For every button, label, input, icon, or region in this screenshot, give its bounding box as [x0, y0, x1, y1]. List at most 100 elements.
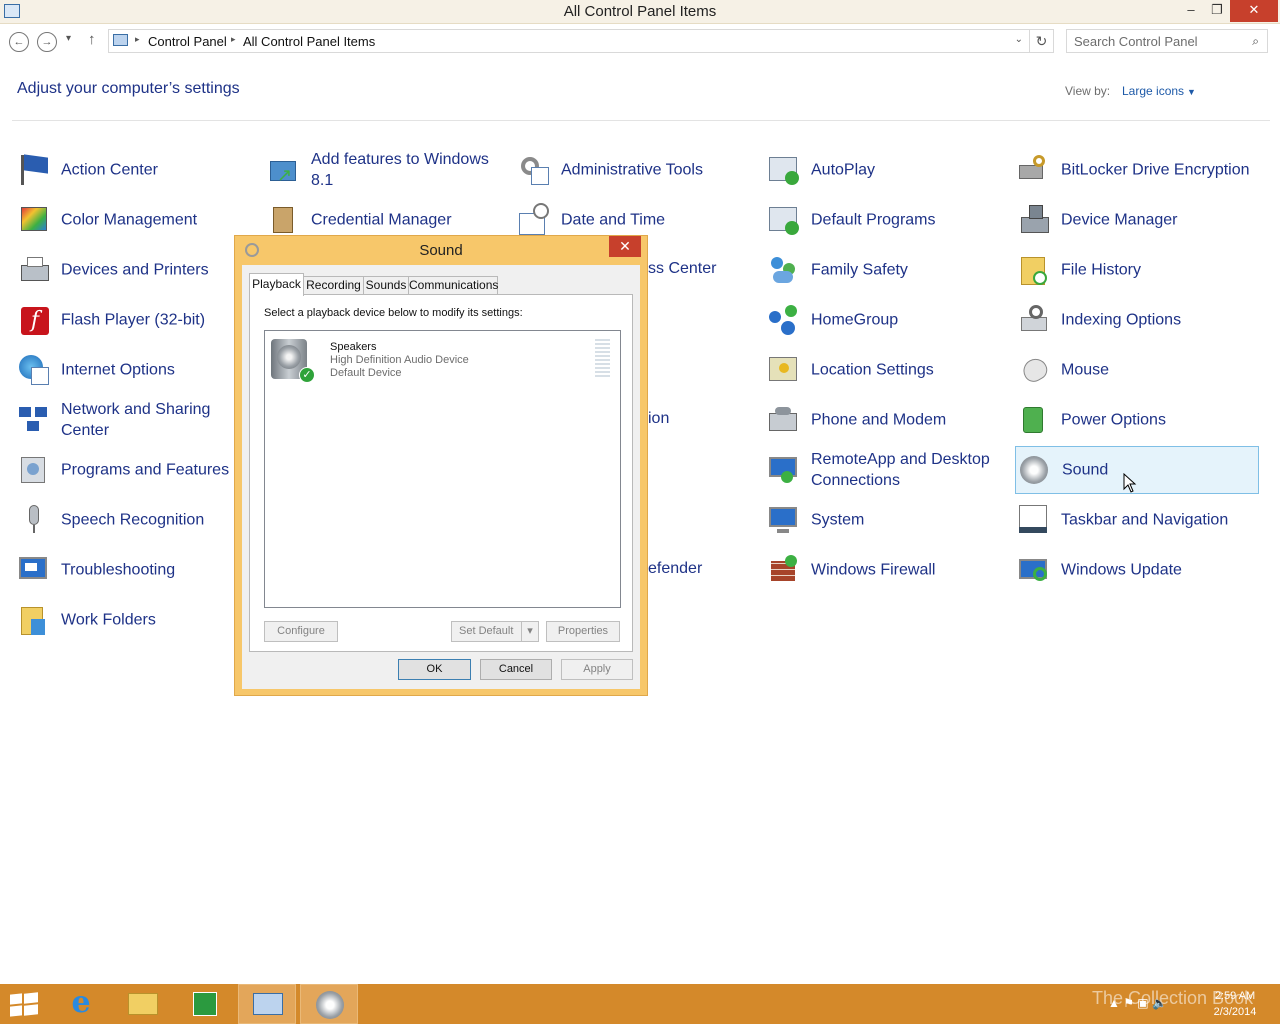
control-panel-taskbar-button[interactable]	[238, 984, 296, 1024]
item-label[interactable]: RemoteApp and Desktop Connections	[811, 449, 1003, 491]
cancel-button[interactable]: Cancel	[480, 659, 552, 680]
item-label[interactable]: HomeGroup	[811, 310, 1003, 331]
item-windows-update[interactable]: Windows Update	[1015, 546, 1259, 594]
item-label[interactable]: Action Center	[61, 160, 253, 181]
item-label[interactable]: BitLocker Drive Encryption	[1061, 160, 1253, 181]
clock-date[interactable]: 2/3/2014	[1200, 1004, 1270, 1020]
tab-communications[interactable]: Communications	[408, 276, 498, 295]
item-troubleshooting[interactable]: Troubleshooting	[15, 546, 259, 594]
item-label[interactable]: Date and Time	[561, 210, 753, 231]
item-network-and-sharing[interactable]: Network and Sharing Center	[15, 396, 259, 444]
item-homegroup[interactable]: HomeGroup	[765, 296, 1009, 344]
item-label[interactable]: Taskbar and Navigation	[1061, 510, 1253, 531]
tab-sounds[interactable]: Sounds	[363, 276, 409, 295]
maximize-button[interactable]: ❐	[1204, 0, 1230, 22]
item-label[interactable]: Flash Player (32-bit)	[61, 310, 253, 331]
item-windows-defender-partial[interactable]: efender	[648, 560, 702, 578]
item-label[interactable]: Device Manager	[1061, 210, 1253, 231]
item-add-features[interactable]: ↗ Add features to Windows 8.1	[265, 146, 509, 194]
item-ease-of-access-partial[interactable]: ss Center	[648, 260, 716, 278]
clock-time[interactable]: 2:59 AM	[1200, 988, 1270, 1004]
close-button[interactable]: ✕	[1230, 0, 1278, 22]
store-button[interactable]	[176, 984, 234, 1024]
clock[interactable]: 2:59 AM 2/3/2014	[1200, 988, 1270, 1020]
item-device-manager[interactable]: Device Manager	[1015, 196, 1259, 244]
item-label[interactable]: Power Options	[1061, 410, 1253, 431]
minimize-button[interactable]: –	[1178, 0, 1204, 22]
item-family-safety[interactable]: Family Safety	[765, 246, 1009, 294]
item-label[interactable]: Phone and Modem	[811, 410, 1003, 431]
search-box[interactable]: ⌕	[1066, 29, 1268, 53]
item-label[interactable]: Windows Firewall	[811, 560, 1003, 581]
item-speech-recognition[interactable]: Speech Recognition	[15, 496, 259, 544]
item-taskbar-and-navigation[interactable]: Taskbar and Navigation	[1015, 496, 1259, 544]
sound-taskbar-button[interactable]	[300, 984, 358, 1024]
view-by-value[interactable]: Large icons	[1122, 84, 1184, 98]
item-work-folders[interactable]: Work Folders	[15, 596, 259, 644]
back-button[interactable]: ←	[9, 32, 29, 52]
apply-button[interactable]: Apply	[561, 659, 633, 680]
item-label[interactable]: Indexing Options	[1061, 310, 1253, 331]
dialog-close-button[interactable]: ✕	[609, 236, 641, 257]
item-label[interactable]: Sound	[1062, 460, 1254, 481]
list-item[interactable]: ✓ Speakers High Definition Audio Device …	[265, 331, 620, 387]
item-phone-and-modem[interactable]: Phone and Modem	[765, 396, 1009, 444]
configure-button[interactable]: Configure	[264, 621, 338, 642]
item-color-management[interactable]: Color Management	[15, 196, 259, 244]
item-autoplay[interactable]: AutoPlay	[765, 146, 1009, 194]
search-input[interactable]	[1074, 34, 1244, 49]
item-label[interactable]: Internet Options	[61, 360, 253, 381]
view-by-dropdown[interactable]: Large icons ▼	[1122, 84, 1196, 98]
search-icon[interactable]: ⌕	[1252, 34, 1259, 49]
item-flash-player[interactable]: f Flash Player (32-bit)	[15, 296, 259, 344]
item-windows-firewall[interactable]: Windows Firewall	[765, 546, 1009, 594]
tab-playback[interactable]: Playback	[249, 273, 304, 296]
item-label[interactable]: Devices and Printers	[61, 260, 253, 281]
item-indexing-options[interactable]: Indexing Options	[1015, 296, 1259, 344]
ok-button[interactable]: OK	[398, 659, 471, 680]
internet-explorer-button[interactable]: e	[52, 984, 110, 1024]
breadcrumb-separator[interactable]: ▸	[231, 34, 236, 45]
item-label[interactable]: Credential Manager	[311, 210, 503, 231]
item-location-settings[interactable]: Location Settings	[765, 346, 1009, 394]
refresh-button[interactable]: ↻	[1030, 29, 1054, 53]
item-label[interactable]: Programs and Features	[61, 460, 253, 481]
item-label[interactable]: Speech Recognition	[61, 510, 253, 531]
item-label[interactable]: Add features to Windows 8.1	[311, 149, 503, 191]
item-bitlocker[interactable]: BitLocker Drive Encryption	[1015, 146, 1259, 194]
item-power-options[interactable]: Power Options	[1015, 396, 1259, 444]
item-label[interactable]: Mouse	[1061, 360, 1253, 381]
item-label[interactable]: Default Programs	[811, 210, 1003, 231]
item-devices-and-printers[interactable]: Devices and Printers	[15, 246, 259, 294]
item-label[interactable]: Windows Update	[1061, 560, 1253, 581]
item-label[interactable]: Troubleshooting	[61, 560, 253, 581]
breadcrumb-control-panel[interactable]: Control Panel	[148, 34, 227, 49]
up-button[interactable]: ↑	[88, 31, 96, 48]
item-remoteapp[interactable]: RemoteApp and Desktop Connections	[765, 446, 1009, 494]
address-dropdown-button[interactable]: ⌄	[1015, 34, 1023, 45]
item-mouse[interactable]: Mouse	[1015, 346, 1259, 394]
breadcrumb-all-items[interactable]: All Control Panel Items	[243, 34, 375, 49]
item-file-history[interactable]: File History	[1015, 246, 1259, 294]
properties-button[interactable]: Properties	[546, 621, 620, 642]
item-label[interactable]: File History	[1061, 260, 1253, 281]
item-label[interactable]: Color Management	[61, 210, 253, 231]
forward-button[interactable]: →	[37, 32, 57, 52]
item-label[interactable]: AutoPlay	[811, 160, 1003, 181]
set-default-button[interactable]: Set Default ▾	[451, 621, 539, 642]
start-button[interactable]	[10, 992, 38, 1017]
item-system[interactable]: System	[765, 496, 1009, 544]
item-label[interactable]: Administrative Tools	[561, 160, 753, 181]
file-explorer-button[interactable]	[114, 984, 172, 1024]
item-default-programs[interactable]: Default Programs	[765, 196, 1009, 244]
item-administrative-tools[interactable]: Administrative Tools	[515, 146, 759, 194]
tab-recording[interactable]: Recording	[303, 276, 364, 295]
system-tray-icons[interactable]: ▲ ⚑ ▣ 🔈	[1108, 996, 1167, 1010]
item-action-center[interactable]: Action Center	[15, 146, 259, 194]
item-internet-options[interactable]: Internet Options	[15, 346, 259, 394]
chevron-down-icon[interactable]: ▾	[521, 622, 538, 641]
item-label[interactable]: Network and Sharing Center	[61, 399, 253, 441]
item-personalization-partial[interactable]: ion	[648, 410, 669, 428]
item-programs-and-features[interactable]: Programs and Features	[15, 446, 259, 494]
item-label[interactable]: Work Folders	[61, 610, 253, 631]
